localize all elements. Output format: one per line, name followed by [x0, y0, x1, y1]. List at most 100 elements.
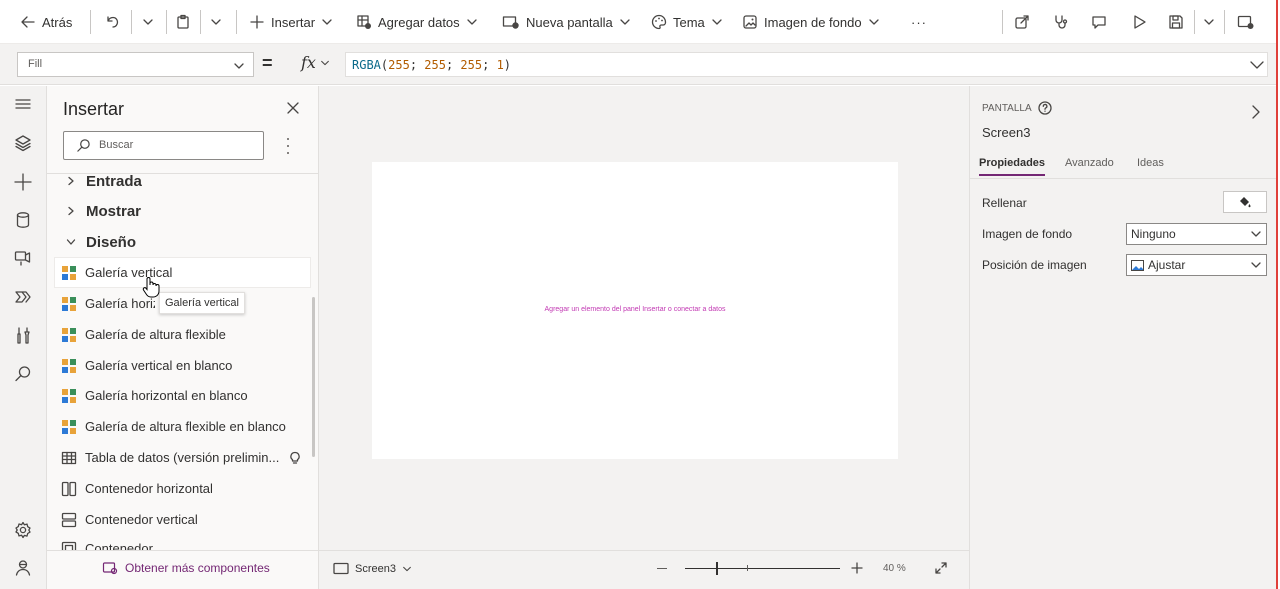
- tree-view-layers-icon[interactable]: [13, 133, 33, 153]
- search-placeholder: Buscar: [99, 139, 134, 151]
- item-label: Galería horizontal en blanco: [85, 388, 248, 403]
- tab-ideas[interactable]: Ideas: [1137, 157, 1164, 169]
- new-screen-button[interactable]: Nueva pantalla: [502, 12, 631, 32]
- tooltip: Galería vertical: [159, 292, 245, 314]
- gallery-icon: [62, 265, 76, 280]
- search-icon[interactable]: [13, 364, 33, 384]
- hamburger-menu-icon[interactable]: [13, 94, 33, 114]
- paste-button[interactable]: [175, 12, 191, 32]
- get-more-components-link[interactable]: Obtener más componentes: [102, 561, 270, 575]
- insert-item-vertical-container[interactable]: Contenedor vertical: [55, 505, 310, 534]
- background-image-button[interactable]: Imagen de fondo: [742, 12, 880, 32]
- save-dropdown[interactable]: [1203, 12, 1215, 32]
- zoom-in-icon[interactable]: [851, 562, 863, 574]
- undo-dropdown[interactable]: [142, 12, 154, 32]
- chevron-down-icon: [234, 63, 244, 69]
- category-mostrar[interactable]: Mostrar: [66, 199, 141, 223]
- expand-formula-chevron-icon[interactable]: [1249, 58, 1265, 72]
- table-add-icon: [357, 15, 371, 29]
- power-automate-icon[interactable]: [13, 287, 33, 307]
- share-button[interactable]: [1014, 12, 1030, 32]
- section-header: PANTALLA: [982, 101, 1052, 115]
- palette-icon: [651, 14, 667, 30]
- settings-gear-icon[interactable]: [13, 520, 33, 540]
- insert-item-blank-horizontal-gallery[interactable]: Galería horizontal en blanco: [55, 381, 310, 410]
- comments-button[interactable]: [1091, 12, 1107, 32]
- formula-input[interactable]: RGBA(255; 255; 255; 1): [345, 52, 1268, 77]
- category-label: Diseño: [86, 233, 137, 251]
- chevron-right-icon: [68, 176, 74, 186]
- chevron-down-icon: [143, 19, 153, 25]
- insert-item-blank-vertical-gallery[interactable]: Galería vertical en blanco: [55, 351, 310, 380]
- zoom-slider[interactable]: [685, 562, 840, 575]
- chevron-down-icon: [403, 566, 411, 571]
- new-screen-icon: [502, 16, 519, 29]
- more-options-icon[interactable]: [282, 138, 294, 154]
- screen-canvas[interactable]: Agregar un elemento del panel Insertar o…: [372, 162, 898, 459]
- add-data-button[interactable]: Agregar datos: [356, 12, 478, 32]
- category-entrada[interactable]: Entrada: [66, 169, 142, 193]
- more-label: ···: [911, 14, 927, 30]
- function-button[interactable]: fx: [301, 53, 330, 72]
- item-label: Galería de altura flexible: [85, 327, 226, 342]
- image-icon: [743, 15, 757, 29]
- insert-menu-button[interactable]: Insertar: [249, 12, 333, 32]
- media-icon[interactable]: [13, 248, 33, 268]
- virtual-agent-icon[interactable]: [13, 558, 33, 578]
- insert-item-container[interactable]: Contenedor: [55, 536, 310, 550]
- background-image-dropdown[interactable]: Ninguno: [1126, 223, 1267, 245]
- insert-item-horizontal-container[interactable]: Contenedor horizontal: [55, 474, 310, 503]
- insert-item-blank-flexible-height-gallery[interactable]: Galería de altura flexible en blanco: [55, 412, 310, 441]
- fill-color-picker[interactable]: [1223, 191, 1267, 213]
- insert-item-horizontal-gallery[interactable]: Galería horizontal: [55, 289, 155, 318]
- publish-button[interactable]: [1237, 12, 1255, 32]
- collapse-panel-chevron-icon[interactable]: [1250, 104, 1262, 120]
- insert-panel-title: Insertar: [63, 99, 125, 119]
- screen-icon: [333, 562, 349, 575]
- preview-play-button[interactable]: [1131, 12, 1147, 32]
- more-commands-button[interactable]: ···: [911, 12, 927, 32]
- save-button[interactable]: [1168, 12, 1184, 32]
- fill-label: Rellenar: [982, 196, 1027, 210]
- status-bar: [319, 550, 969, 589]
- insert-search-input[interactable]: Buscar: [63, 131, 264, 160]
- tab-propiedades[interactable]: Propiedades: [979, 157, 1046, 176]
- back-label: Atrás: [42, 14, 73, 30]
- zoom-slider-thumb[interactable]: [716, 562, 718, 575]
- chevron-down-icon: [620, 19, 630, 25]
- item-label: Contenedor vertical: [85, 512, 198, 527]
- insert-label: Insertar: [271, 14, 316, 30]
- fit-to-window-icon[interactable]: [934, 561, 948, 575]
- chevron-down-icon: [66, 239, 76, 245]
- background-image-label: Imagen de fondo: [764, 14, 862, 30]
- property-selector[interactable]: Fill: [17, 52, 254, 77]
- image-position-dropdown[interactable]: Ajustar: [1126, 254, 1267, 276]
- back-button[interactable]: Atrás: [20, 12, 72, 32]
- help-icon[interactable]: [1038, 101, 1052, 115]
- item-label: Contenedor: [85, 541, 153, 550]
- advanced-tools-icon[interactable]: [13, 326, 33, 346]
- database-icon[interactable]: [13, 210, 33, 230]
- tab-avanzado[interactable]: Avanzado: [1065, 157, 1114, 169]
- chevron-down-icon: [467, 19, 477, 25]
- zoom-out-button[interactable]: [657, 568, 667, 569]
- app-checker-button[interactable]: [1053, 12, 1069, 32]
- close-icon[interactable]: [286, 101, 300, 115]
- lightbulb-icon: [290, 451, 301, 464]
- canvas-hint: Agregar un elemento del panel Insertar o…: [544, 306, 726, 313]
- insert-item-vertical-gallery[interactable]: Galería vertical: [55, 258, 310, 287]
- search-icon: [77, 139, 90, 152]
- category-diseno[interactable]: Diseño: [66, 230, 136, 254]
- gallery-icon: [62, 327, 76, 342]
- insert-item-data-table[interactable]: Tabla de datos (versión prelimin...: [55, 443, 310, 472]
- chevron-down-icon: [211, 19, 221, 25]
- horizontal-container-icon: [61, 481, 77, 496]
- screen-selector[interactable]: Screen3: [333, 562, 412, 575]
- insert-item-flexible-height-gallery[interactable]: Galería de altura flexible: [55, 320, 310, 349]
- insert-panel-scrollbar[interactable]: [312, 297, 315, 457]
- paste-dropdown[interactable]: [210, 12, 222, 32]
- chevron-right-icon: [68, 206, 74, 216]
- theme-button[interactable]: Tema: [651, 12, 723, 32]
- undo-button[interactable]: [104, 12, 120, 32]
- insert-plus-icon[interactable]: [13, 172, 33, 192]
